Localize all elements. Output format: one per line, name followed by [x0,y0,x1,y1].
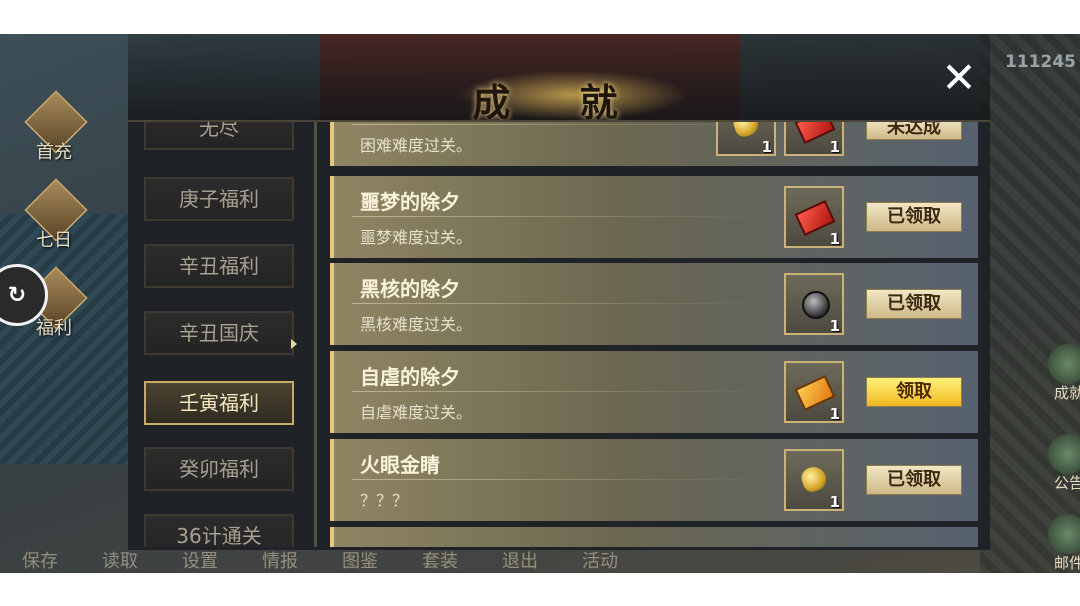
panel-divider [314,122,317,547]
gold-ingot-icon [730,122,762,140]
achievement-name: 自虐的除夕 [360,365,460,389]
announcement-button[interactable]: 公告 [1040,434,1080,494]
reward-slot[interactable]: 1 [784,449,844,511]
announcement-label: 公告 [1054,474,1080,492]
achievement-name: 黑核的除夕 [360,277,460,301]
row-separator-line [352,479,772,480]
gold-ingot-icon [798,463,830,495]
tab-36-strategies[interactable]: 36计通关 [144,514,294,547]
row-separator-line [352,124,772,125]
reward-slot[interactable]: 1 [784,273,844,335]
claimed-button[interactable]: 已领取 [866,289,962,319]
row-separator-line [352,391,772,392]
claim-button[interactable]: 领取 [866,377,962,407]
active-tab-arrow-icon [291,339,297,349]
tab-xinchou-national-day[interactable]: 辛丑国庆 [144,311,294,355]
unfinished-button[interactable]: 未达成 [866,122,962,140]
right-achievement-label: 成就 [1054,384,1080,402]
achievement-row: 自虐的除夕 自虐难度过关。 1 领取 [330,351,978,433]
close-button[interactable]: ✕ [936,56,982,102]
achievement-dialog: 成 就 ✕ 无尽 庚子福利 辛丑福利 辛丑国庆 壬寅福利 癸卯福利 36计通关 … [128,34,990,550]
row-separator-line [352,216,772,217]
achievement-desc: 自虐难度过关。 [360,403,473,422]
tab-gengzi[interactable]: 庚子福利 [144,177,294,221]
reward-slot[interactable]: 1 [784,361,844,423]
first-charge-label: 首充 [36,142,72,163]
dialog-title: 成 就 [472,80,646,125]
seven-day-button[interactable]: 七日 [18,178,90,252]
seven-day-label: 七日 [36,230,72,251]
reward-slot[interactable]: 1 [784,186,844,248]
assist-icon: ↻ [7,282,27,308]
tab-xinchou[interactable]: 辛丑福利 [144,244,294,288]
claimed-button[interactable]: 已领取 [866,202,962,232]
achievement-name: 噩梦的除夕 [360,190,460,214]
achievement-name: 火眼金睛 [360,453,440,477]
reward-qty: 1 [829,405,840,423]
save-menu-item[interactable]: 保存 [0,543,80,573]
achievement-desc: 困难难度过关。 [360,136,473,155]
right-achievement-button[interactable]: 成就 [1040,344,1080,404]
first-charge-button[interactable]: 首充 [18,90,90,164]
row-separator-line [352,303,772,304]
horn-icon [1048,434,1080,474]
category-tab-list[interactable]: 无尽 庚子福利 辛丑福利 辛丑国庆 壬寅福利 癸卯福利 36计通关 [140,122,306,547]
achievement-row: 火眼金睛 ？？？ 1 已领取 [330,439,978,521]
reward-qty: 1 [829,317,840,335]
reward-qty: 1 [761,138,772,156]
achievement-desc: ？？？ [360,491,409,510]
achievement-row [330,527,978,547]
reward-qty: 1 [829,493,840,511]
claimed-button[interactable]: 已领取 [866,465,962,495]
tab-guimao[interactable]: 癸卯福利 [144,447,294,491]
achievement-row: 噩梦的除夕 噩梦难度过关。 1 已领取 [330,176,978,258]
welfare-label: 福利 [36,318,72,339]
reward-slot[interactable]: 1 [716,122,776,156]
achievement-row: 困难难度过关。 1 1 未达成 [330,122,978,166]
achievement-desc: 噩梦难度过关。 [360,228,473,247]
tab-wujin[interactable]: 无尽 [144,122,294,150]
black-orb-icon [802,291,830,319]
achievement-desc: 黑核难度过关。 [360,315,473,334]
achievement-list[interactable]: 困难难度过关。 1 1 未达成 噩梦的除夕 噩梦难度过关。 1 已领取 黑核的除… [330,122,978,547]
tab-renyin[interactable]: 壬寅福利 [144,381,294,425]
reward-qty: 1 [829,230,840,248]
resource-counter: 111245 [1005,52,1076,72]
reward-qty: 1 [829,138,840,156]
reward-slot[interactable]: 1 [784,122,844,156]
jade-icon [1048,344,1080,384]
achievement-row: 黑核的除夕 黑核难度过关。 1 已领取 [330,263,978,345]
